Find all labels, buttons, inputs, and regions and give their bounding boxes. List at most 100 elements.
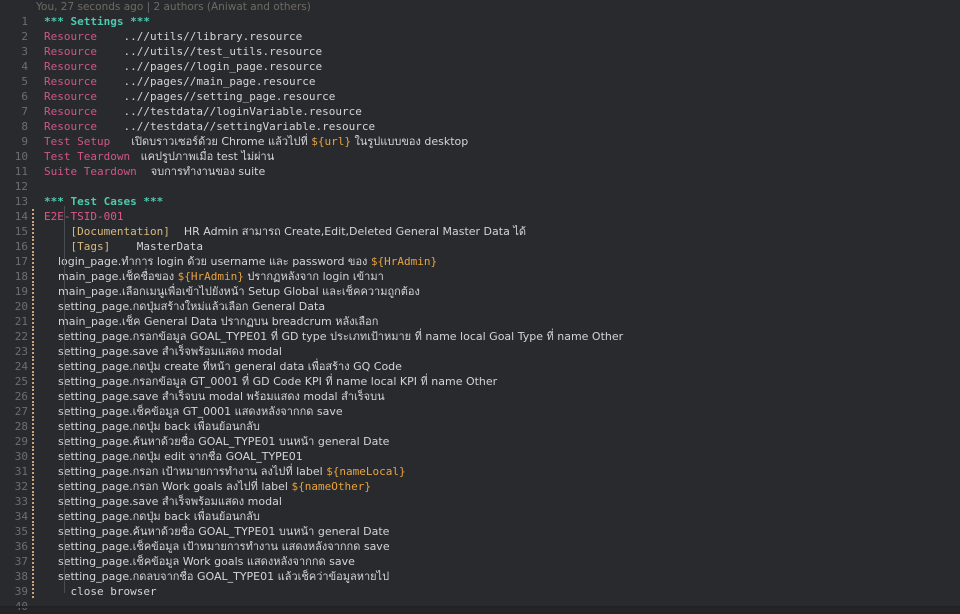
code-token: แคปรูปภาพเมื่อ test ไม่ผ่าน: [130, 150, 275, 163]
code-line[interactable]: 1 *** Settings ***: [0, 14, 960, 29]
code-line[interactable]: 2 Resource ..//utils//library.resource: [0, 29, 960, 44]
gutter-modified-marker: [30, 209, 38, 224]
code-line[interactable]: 24 setting_page.กดปุ่ม create ที่หน้า ge…: [0, 359, 960, 374]
code-editor[interactable]: You, 27 seconds ago | 2 authors (Aniwat …: [0, 0, 960, 613]
code-line[interactable]: 18 main_page.เช็คชื่อของ ${HrAdmin} ปราก…: [0, 269, 960, 284]
code-token: Resource: [44, 75, 97, 88]
code-line[interactable]: 30 setting_page.กดปุ่ม edit จากชื่อ GOAL…: [0, 449, 960, 464]
gutter-modified-marker: [30, 539, 38, 554]
code-line[interactable]: 5 Resource ..//pages//main_page.resource: [0, 74, 960, 89]
code-line[interactable]: 7 Resource ..//testdata//loginVariable.re…: [0, 104, 960, 119]
line-number: 29: [14, 435, 28, 448]
code-line[interactable]: 38 setting_page.กดลบจากชื่อ GOAL_TYPE01 …: [0, 569, 960, 584]
code-line-text: Resource ..//utils//library.resource: [38, 29, 302, 44]
code-line[interactable]: 17 login_page.ทำการ login ด้วย username …: [0, 254, 960, 269]
code-line-text: setting_page.กดลบจากชื่อ GOAL_TYPE01 แล้…: [38, 569, 389, 584]
gutter-modified-marker: [30, 344, 38, 359]
code-line[interactable]: 22 setting_page.กรอกข้อมูล GOAL_TYPE01 ท…: [0, 329, 960, 344]
code-line-text: login_page.ทำการ login ด้วย username และ…: [38, 254, 437, 269]
code-token: *** Test Cases ***: [44, 195, 164, 208]
code-line-text: setting_page.ค้นหาด้วยชื่อ GOAL_TYPE01 บ…: [38, 434, 389, 449]
line-number: 17: [14, 255, 28, 268]
code-line[interactable]: 4 Resource ..//pages//login_page.resource: [0, 59, 960, 74]
line-number: 3: [21, 45, 28, 58]
line-number: 14: [14, 210, 28, 223]
code-line-text: [Documentation] HR Admin สามารถ Create,E…: [38, 224, 526, 239]
code-line[interactable]: 25 setting_page.กรอกข้อมูล GT_0001 ที่ G…: [0, 374, 960, 389]
code-token: Resource: [44, 120, 97, 133]
gutter-blank: [30, 29, 38, 44]
line-number: 35: [14, 525, 28, 538]
gutter-blank: [30, 194, 38, 209]
line-number: 27: [14, 405, 28, 418]
code-line-text: main_page.เลือกเมนูเพื่อเข้าไปยังหน้า Se…: [38, 284, 420, 299]
code-line-text: Resource ..//testdata//settingVariable.r…: [38, 119, 375, 134]
code-token: setting_page.เช็คข้อมูล Work goals แสดงห…: [44, 555, 355, 568]
code-line[interactable]: 37 setting_page.เช็คข้อมูล Work goals แส…: [0, 554, 960, 569]
gutter-modified-marker: [30, 509, 38, 524]
line-number: 2: [21, 30, 28, 43]
code-line[interactable]: 15 [Documentation] HR Admin สามารถ Creat…: [0, 224, 960, 239]
code-token: Resource: [44, 105, 97, 118]
code-line[interactable]: 33 setting_page.save สำเร็จพร้อมแสดง mod…: [0, 494, 960, 509]
code-line[interactable]: 28 setting_page.กดปุ่ม back เพื่อนย้อนกล…: [0, 419, 960, 434]
code-token: HR Admin สามารถ Create,Edit,Deleted Gene…: [169, 225, 526, 238]
code-line[interactable]: 3 Resource ..//utils//test_utils.resource: [0, 44, 960, 59]
code-line[interactable]: 36 setting_page.เช็คข้อมูล เป้าหมายการทำ…: [0, 539, 960, 554]
code-line[interactable]: 10 Test Teardown แคปรูปภาพเมื่อ test ไม่ผ…: [0, 149, 960, 164]
line-number: 33: [14, 495, 28, 508]
line-number: 38: [14, 570, 28, 583]
code-line[interactable]: 27 setting_page.เช็คข้อมูล GT_0001 แสดงห…: [0, 404, 960, 419]
code-line[interactable]: 19 main_page.เลือกเมนูเพื่อเข้าไปยังหน้า…: [0, 284, 960, 299]
code-token: setting_page.กดปุ่มสร้างใหม่แล้วเลือก Ge…: [44, 300, 326, 313]
gutter-modified-marker: [30, 419, 38, 434]
code-line-text: Resource ..//pages//login_page.resource: [38, 59, 322, 74]
code-line[interactable]: 11 Suite Teardown จบการทำงานของ suite: [0, 164, 960, 179]
gutter-modified-marker: [30, 434, 38, 449]
code-line[interactable]: 16 [Tags] MasterData: [0, 239, 960, 254]
code-line[interactable]: 29 setting_page.ค้นหาด้วยชื่อ GOAL_TYPE0…: [0, 434, 960, 449]
code-token: ..//pages//login_page.resource: [96, 60, 323, 73]
line-number: 19: [14, 285, 28, 298]
code-content-area[interactable]: 1 *** Settings *** 2 Resource ..//utils//li…: [0, 14, 960, 614]
code-line[interactable]: 14 E2E-TSID-001: [0, 209, 960, 224]
code-token: ..//testdata//settingVariable.resource: [96, 120, 376, 133]
code-line[interactable]: 35 setting_page.ค้นหาด้วยชื่อ GOAL_TYPE0…: [0, 524, 960, 539]
line-number: 20: [14, 300, 28, 313]
code-token: เปิดบราวเซอร์ด้วย Chrome แล้วไปที่: [110, 135, 312, 148]
line-number: 21: [14, 315, 28, 328]
code-line-text: *** Test Cases ***: [38, 194, 163, 209]
gutter-blank: [30, 104, 38, 119]
gutter-modified-marker: [30, 314, 38, 329]
code-line[interactable]: 31 setting_page.กรอก เป้าหมายการทำงาน ลง…: [0, 464, 960, 479]
git-blame-text: You, 27 seconds ago | 2 authors (Aniwat …: [36, 0, 311, 13]
code-line[interactable]: 8 Resource ..//testdata//settingVariable.…: [0, 119, 960, 134]
code-line[interactable]: 26 setting_page.save สำเร็จบน modal พร้อ…: [0, 389, 960, 404]
code-line[interactable]: 39 close browser: [0, 584, 960, 599]
gutter-modified-marker: [30, 389, 38, 404]
code-token: ..//pages//setting_page.resource: [96, 90, 336, 103]
gutter-modified-marker: [30, 329, 38, 344]
code-token: Test Setup: [44, 135, 111, 148]
code-line[interactable]: 20 setting_page.กดปุ่มสร้างใหม่แล้วเลือก…: [0, 299, 960, 314]
code-token: setting_page.ค้นหาด้วยชื่อ GOAL_TYPE01 บ…: [44, 435, 390, 448]
code-token: ${nameLocal}: [326, 465, 406, 478]
code-line[interactable]: 21 main_page.เช็ค General Data ปรากฏบน b…: [0, 314, 960, 329]
code-line[interactable]: 6 Resource ..//pages//setting_page.resour…: [0, 89, 960, 104]
gutter-blank: [30, 149, 38, 164]
code-line[interactable]: 32 setting_page.กรอก Work goals ลงไปที่ …: [0, 479, 960, 494]
code-line-text: E2E-TSID-001: [38, 209, 123, 224]
code-line[interactable]: 12: [0, 179, 960, 194]
code-line[interactable]: 23 setting_page.save สำเร็จพร้อมแสดง mod…: [0, 344, 960, 359]
code-token: setting_page.กดปุ่ม edit จากชื่อ GOAL_TY…: [44, 450, 303, 463]
code-line[interactable]: 13 *** Test Cases ***: [0, 194, 960, 209]
gutter-blank: [30, 134, 38, 149]
code-line-text: setting_page.save สำเร็จพร้อมแสดง modal: [38, 494, 282, 509]
code-line[interactable]: 34 setting_page.กดปุ่ม back เพื่อนย้อนกล…: [0, 509, 960, 524]
code-line[interactable]: 9 Test Setup เปิดบราวเซอร์ด้วย Chrome แล้…: [0, 134, 960, 149]
code-line-text: Resource ..//utils//test_utils.resource: [38, 44, 322, 59]
gutter-modified-marker: [30, 239, 38, 254]
code-token: จบการทำงานของ suite: [136, 165, 266, 178]
code-token: Test Teardown: [44, 150, 131, 163]
gutter-blank: [30, 44, 38, 59]
